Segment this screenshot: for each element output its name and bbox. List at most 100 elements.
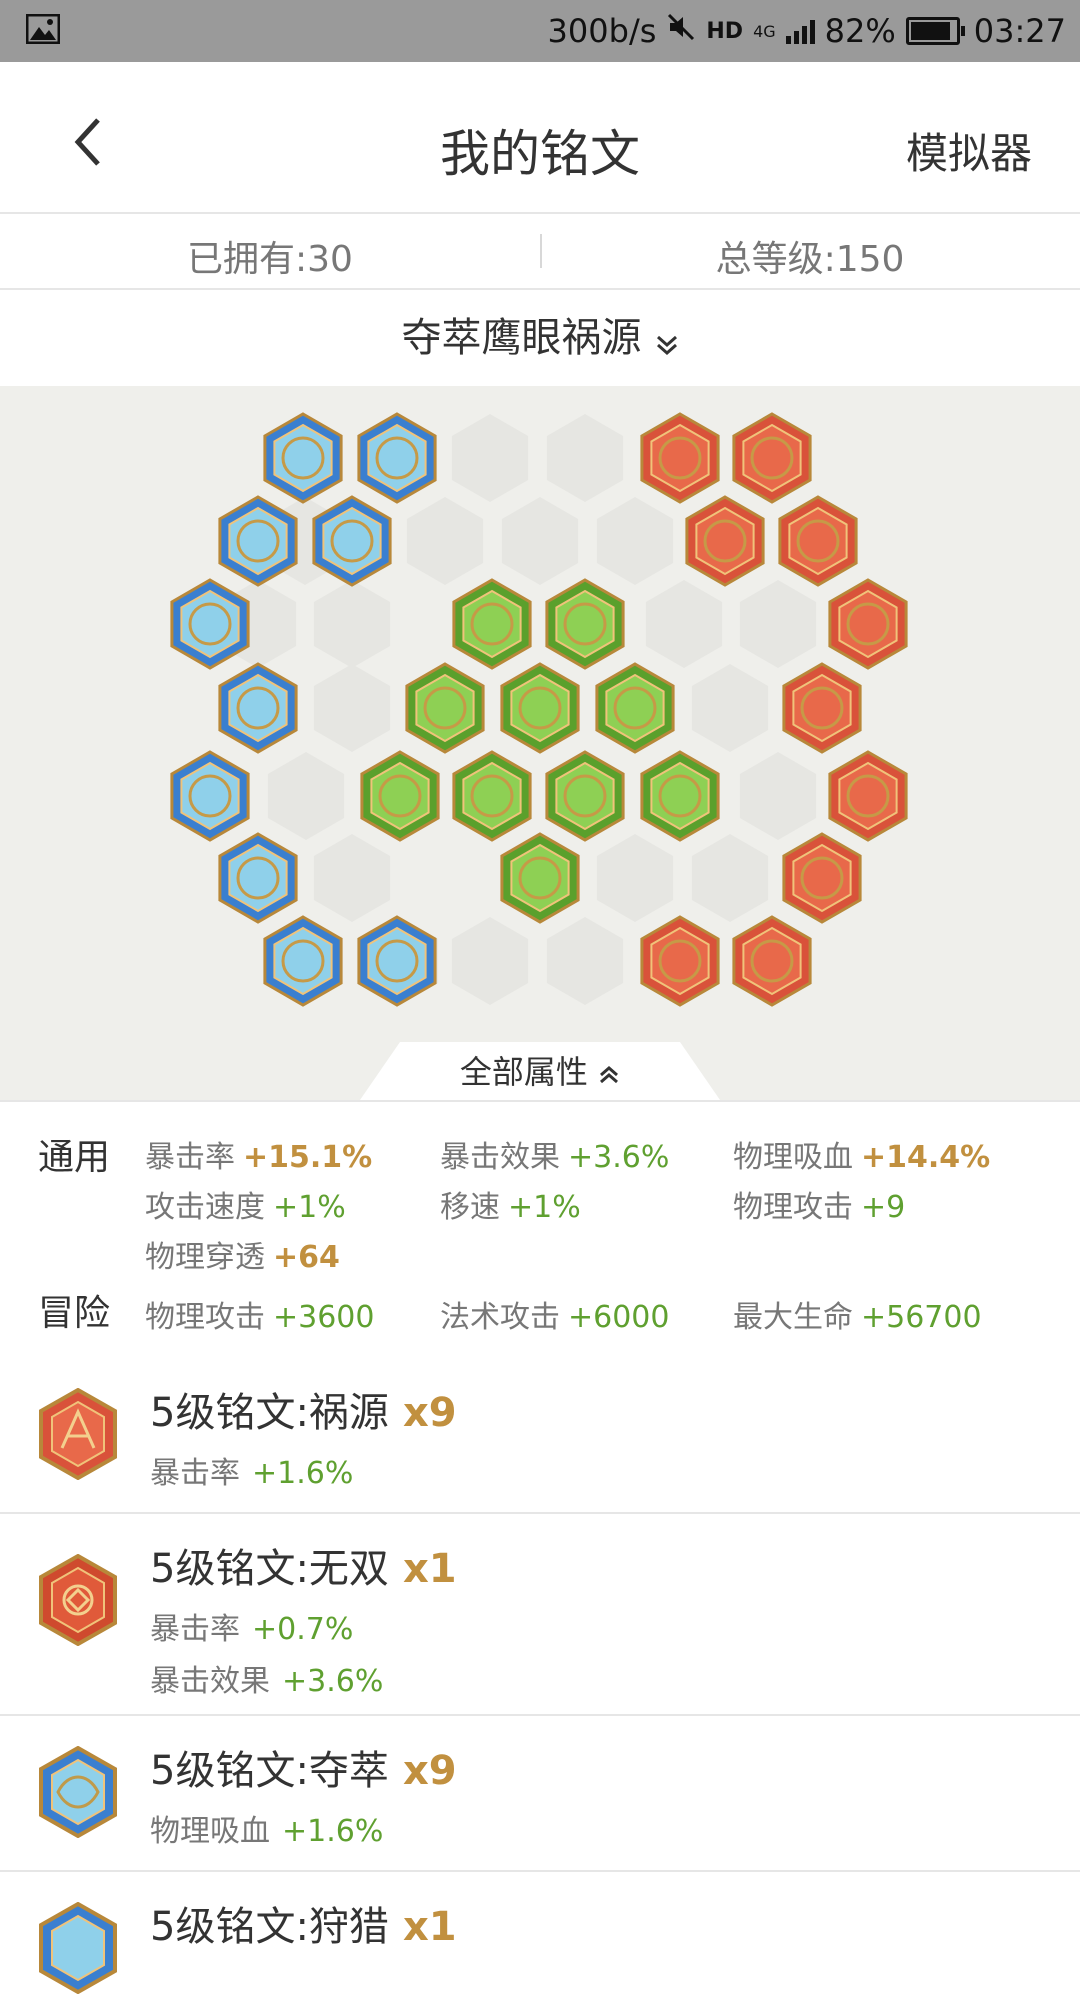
empty-slot <box>501 497 579 585</box>
green-inscription-icon[interactable] <box>545 578 625 670</box>
set-name: 夺萃鹰眼祸源 <box>401 315 642 361</box>
general-label: 通用 <box>38 1137 111 1178</box>
empty-slot <box>451 917 529 1005</box>
green-inscription-icon[interactable] <box>545 750 625 842</box>
list-item[interactable]: 5级铭文:狩猎 x1 <box>0 1872 1080 1994</box>
inscription-set-selector[interactable]: 夺萃鹰眼祸源 <box>0 290 1080 386</box>
attr-phys-lifesteal: 物理吸血 +14.4% <box>733 1140 991 1175</box>
green-inscription-icon[interactable] <box>452 750 532 842</box>
blue-inscription-icon <box>39 1746 117 1838</box>
list-item[interactable]: 5级铭文:无双 x1 暴击率 +0.7% 暴击效果 +3.6% <box>0 1514 1080 1716</box>
empty-slot <box>739 752 817 840</box>
list-item[interactable]: 5级铭文:祸源 x9 暴击率 +1.6% <box>0 1358 1080 1514</box>
blue-inscription-icon[interactable] <box>357 412 437 504</box>
list-item[interactable]: 5级铭文:夺萃 x9 物理吸血 +1.6% <box>0 1716 1080 1872</box>
red-inscription-icon[interactable] <box>828 578 908 670</box>
adventure-label: 冒险 <box>38 1293 111 1334</box>
inscription-stat: 暴击效果 +3.6% <box>150 1664 384 1699</box>
stats-row: 已拥有:30 总等级:150 <box>0 214 1080 290</box>
red-inscription-icon[interactable] <box>732 915 812 1007</box>
signal-icon <box>785 18 815 44</box>
attr-crit-effect: 暴击效果 +3.6% <box>440 1140 670 1175</box>
hd-icon: HD <box>706 18 744 44</box>
attr-adv-magic-attack: 法术攻击 +6000 <box>440 1300 670 1335</box>
red-inscription-icon[interactable] <box>778 495 858 587</box>
chevron-down-icon <box>655 334 679 360</box>
attr-move-speed: 移速 +1% <box>440 1190 581 1225</box>
blue-inscription-icon[interactable] <box>218 662 298 754</box>
inscription-title: 5级铭文:无双 <box>150 1546 389 1592</box>
inscription-count: x9 <box>402 1390 457 1436</box>
empty-slot <box>406 497 484 585</box>
blue-inscription-icon[interactable] <box>263 412 343 504</box>
empty-slot <box>313 664 391 752</box>
inscription-stat: 物理吸血 +1.6% <box>150 1814 384 1849</box>
attr-attack-speed: 攻击速度 +1% <box>145 1190 346 1225</box>
red-inscription-icon <box>39 1388 117 1480</box>
all-attributes-toggle[interactable]: 全部属性 <box>360 1042 720 1100</box>
mute-icon <box>666 12 696 50</box>
simulator-button[interactable]: 模拟器 <box>906 120 1032 181</box>
inscription-count: x1 <box>402 1546 457 1592</box>
attr-phys-attack: 物理攻击 +9 <box>733 1190 906 1225</box>
attr-adv-phys-attack: 物理攻击 +3600 <box>145 1300 375 1335</box>
red-inscription-icon[interactable] <box>732 412 812 504</box>
inscription-grid: 全部属性 <box>0 386 1080 1100</box>
empty-slot <box>596 497 674 585</box>
inscription-stat: 暴击率 +0.7% <box>150 1612 354 1647</box>
blue-inscription-icon <box>39 1902 117 1994</box>
image-notification-icon <box>25 13 61 52</box>
empty-slot <box>691 834 769 922</box>
empty-slot <box>267 752 345 840</box>
attributes-panel: 通用 冒险 暴击率 +15.1% 暴击效果 +3.6% 物理吸血 +14.4% 攻击速… <box>0 1100 1080 1360</box>
empty-slot <box>451 414 529 502</box>
attr-crit-rate: 暴击率 +15.1% <box>145 1140 373 1175</box>
empty-slot <box>596 834 674 922</box>
chevron-up-icon <box>598 1044 620 1104</box>
red-inscription-icon[interactable] <box>640 412 720 504</box>
green-inscription-icon[interactable] <box>360 750 440 842</box>
inscription-count: x9 <box>402 1748 457 1794</box>
green-inscription-icon[interactable] <box>500 662 580 754</box>
empty-slot <box>313 580 391 668</box>
green-inscription-icon[interactable] <box>640 750 720 842</box>
empty-slot <box>645 580 723 668</box>
clock: 03:27 <box>973 12 1066 50</box>
app-header: 我的铭文 模拟器 <box>0 62 1080 214</box>
inscription-title: 5级铭文:夺萃 <box>150 1748 389 1794</box>
red-inscription-icon[interactable] <box>782 832 862 924</box>
inscription-title: 5级铭文:狩猎 <box>150 1904 389 1950</box>
battery-percent: 82% <box>824 12 896 50</box>
total-level: 总等级:150 <box>715 239 905 280</box>
battery-icon <box>905 17 965 45</box>
green-inscription-icon[interactable] <box>595 662 675 754</box>
attr-phys-pierce: 物理穿透 +64 <box>145 1240 340 1275</box>
green-inscription-icon[interactable] <box>452 578 532 670</box>
blue-inscription-icon[interactable] <box>357 915 437 1007</box>
red-inscription-icon[interactable] <box>782 662 862 754</box>
empty-slot <box>691 664 769 752</box>
owned-count: 已拥有:30 <box>187 239 353 280</box>
network-speed: 300b/s <box>547 12 657 50</box>
blue-inscription-icon[interactable] <box>218 832 298 924</box>
hex-grid <box>170 412 908 1007</box>
attr-adv-max-hp: 最大生命 +56700 <box>733 1300 982 1335</box>
inscription-title: 5级铭文:祸源 <box>150 1390 389 1436</box>
empty-slot <box>546 917 624 1005</box>
inscription-stat: 暴击率 +1.6% <box>150 1456 354 1491</box>
empty-slot <box>313 834 391 922</box>
blue-inscription-icon[interactable] <box>263 915 343 1007</box>
red-inscription-icon[interactable] <box>685 495 765 587</box>
red-inscription-icon[interactable] <box>828 750 908 842</box>
red-inscription-icon[interactable] <box>640 915 720 1007</box>
empty-slot <box>546 414 624 502</box>
red-inscription-icon <box>39 1554 117 1646</box>
blue-inscription-icon[interactable] <box>170 750 250 842</box>
network-type: 4G <box>753 21 776 41</box>
status-bar: 300b/s HD 4G 82% 03:27 <box>0 0 1080 62</box>
green-inscription-icon[interactable] <box>500 832 580 924</box>
empty-slot <box>739 580 817 668</box>
green-inscription-icon[interactable] <box>405 662 485 754</box>
inscription-count: x1 <box>402 1904 457 1950</box>
all-attributes-label: 全部属性 <box>459 1053 588 1091</box>
